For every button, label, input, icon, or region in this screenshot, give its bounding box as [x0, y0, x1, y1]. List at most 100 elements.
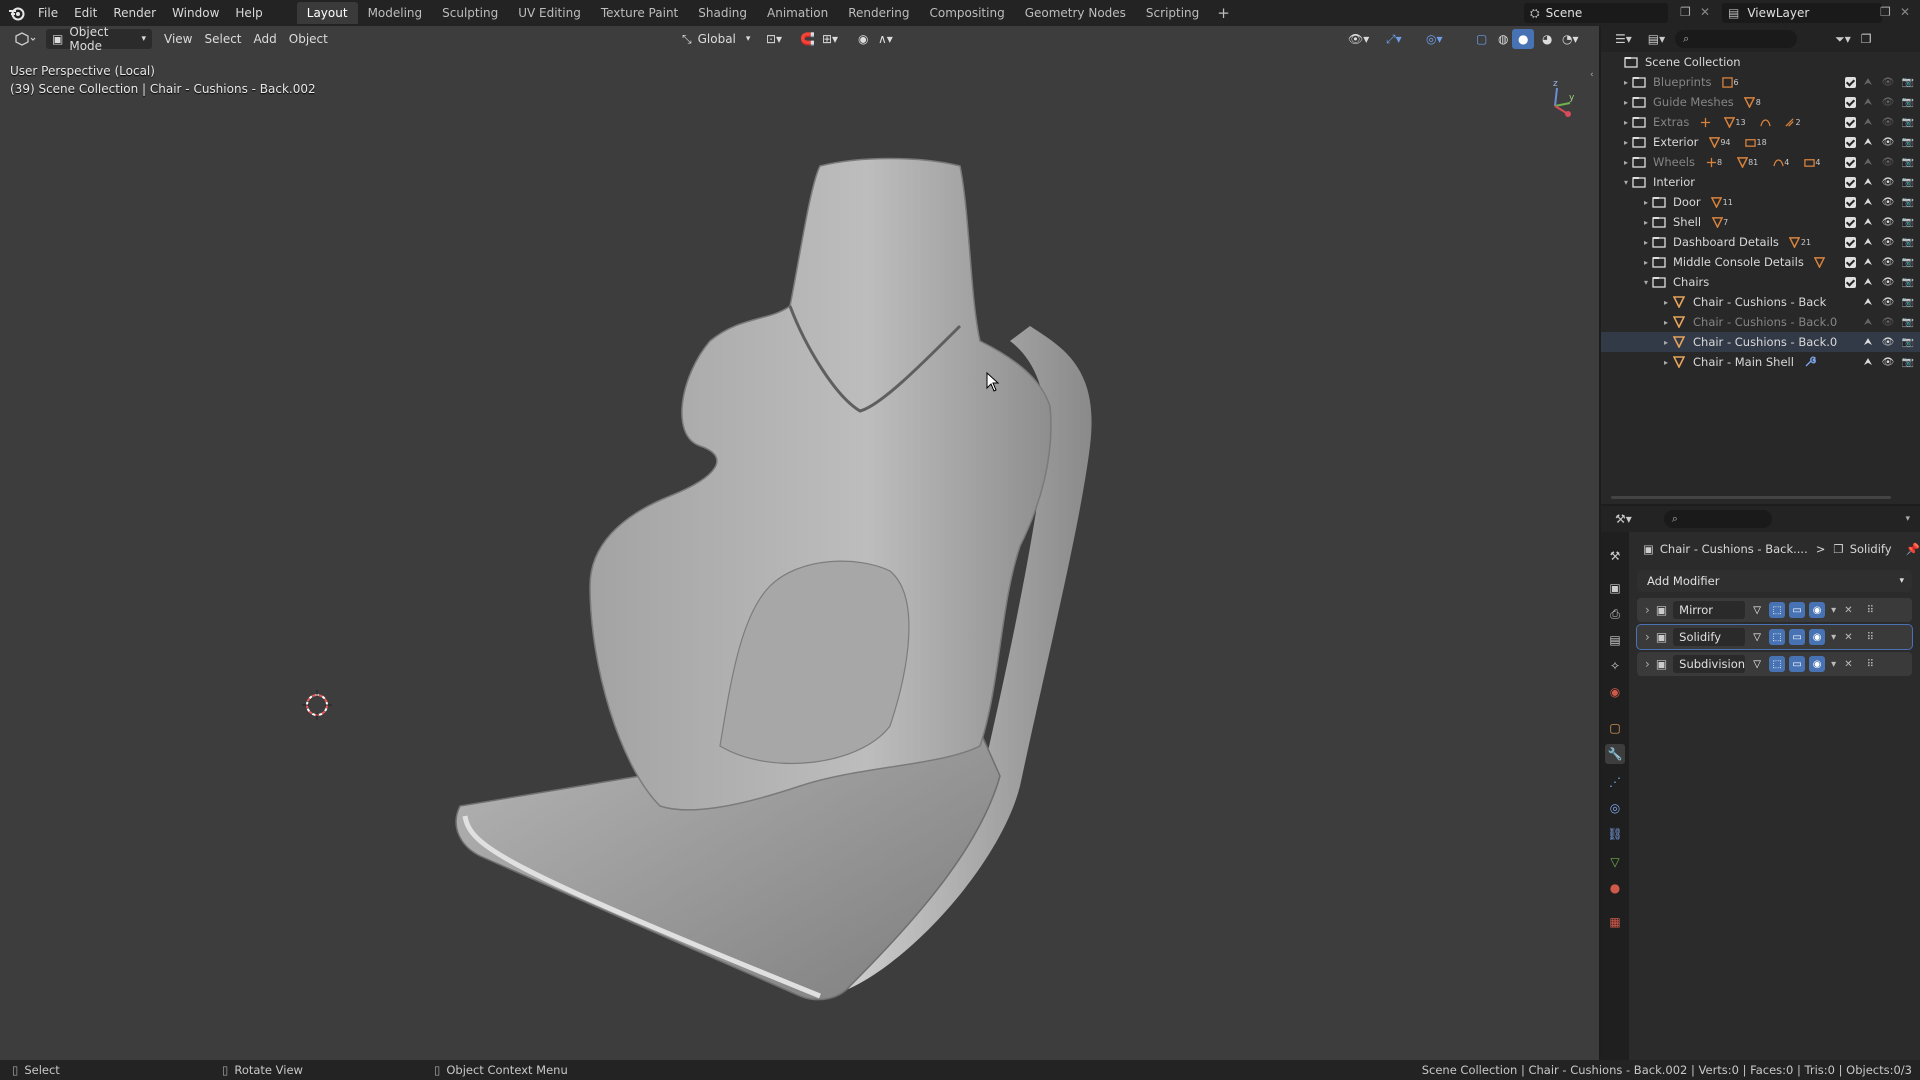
menu-add[interactable]: Add	[248, 29, 283, 49]
chevron-down-icon[interactable]: ▾	[1831, 632, 1836, 643]
render-toggle-icon[interactable]: ◉	[1809, 629, 1826, 645]
falloff-icon[interactable]: ∧▾	[872, 29, 899, 49]
viewport-sidebar-toggle-icon[interactable]: ‹	[1590, 70, 1594, 80]
exclude-checkbox[interactable]	[1845, 156, 1856, 168]
new-scene-icon[interactable]: ❐	[1680, 5, 1691, 19]
world-tab-icon[interactable]: ◉	[1605, 682, 1625, 702]
expand-down-icon[interactable]: ▾	[1641, 278, 1651, 287]
camera-icon[interactable]: 📷	[1900, 235, 1916, 249]
camera-icon[interactable]: 📷	[1900, 215, 1916, 229]
eye-icon[interactable]: 👁	[1880, 135, 1896, 149]
scene-tab-icon[interactable]: ✧	[1605, 656, 1625, 676]
camera-icon[interactable]: 📷	[1900, 295, 1916, 309]
blender-logo-icon[interactable]	[4, 0, 30, 26]
pivot-point-icon[interactable]: ⊡▾	[760, 29, 788, 49]
close-icon[interactable]: ✕	[1844, 632, 1852, 643]
expand-right-icon[interactable]: ▸	[1641, 198, 1651, 207]
delete-scene-icon[interactable]: ✕	[1700, 5, 1710, 19]
outliner-item[interactable]: ▸ Middle Console Details ⮝ 👁 📷	[1601, 252, 1920, 272]
chair-model[interactable]	[440, 126, 1120, 1006]
outliner-scene-collection[interactable]: Scene Collection	[1601, 52, 1920, 72]
tab-texture-paint[interactable]: Texture Paint	[591, 2, 688, 24]
expand-right-icon[interactable]: ▸	[1621, 138, 1631, 147]
new-collection-icon[interactable]: ❐	[1861, 32, 1872, 46]
menu-edit[interactable]: Edit	[66, 0, 105, 26]
select-toggle-icon[interactable]: ⮝	[1860, 155, 1876, 169]
outliner-item[interactable]: ▾ Chairs ⮝ 👁 📷	[1601, 272, 1920, 292]
camera-icon[interactable]: 📷	[1900, 155, 1916, 169]
cage-toggle-icon[interactable]: ⬚	[1769, 629, 1786, 645]
render-toggle-icon[interactable]: ◉	[1809, 656, 1826, 672]
particles-tab-icon[interactable]: ⋰	[1605, 772, 1625, 792]
viewport-toggle-icon[interactable]: ▭	[1789, 629, 1806, 645]
outliner-item[interactable]: ▸ Extras 13 2 ⮝ 👁 📷	[1601, 112, 1920, 132]
subdivision-icon[interactable]: ▣	[1656, 657, 1667, 671]
camera-icon[interactable]: 📷	[1900, 255, 1916, 269]
camera-icon[interactable]: 📷	[1900, 115, 1916, 129]
object-mode-dropdown[interactable]: ▣ Object Mode ▾	[46, 26, 152, 53]
exclude-checkbox[interactable]	[1845, 256, 1856, 268]
outliner-item[interactable]: ▸ Door 11 ⮝ 👁 📷	[1601, 192, 1920, 212]
filter-icon[interactable]: ⏷▾	[1835, 32, 1851, 47]
eye-icon[interactable]: 👁	[1880, 335, 1896, 349]
modifier-panel[interactable]: › ▣ Mirror ▽ ⬚ ▭ ◉ ▾ ✕ ⠿	[1637, 598, 1912, 622]
mirror-icon[interactable]: ▣	[1656, 603, 1667, 617]
expand-right-icon[interactable]: ▸	[1621, 118, 1631, 127]
object-tab-icon[interactable]: ▢	[1605, 718, 1625, 738]
expand-right-icon[interactable]: ▸	[1621, 98, 1631, 107]
expand-right-icon[interactable]: ›	[1645, 657, 1650, 671]
viewport-toggle-icon[interactable]: ▭	[1789, 602, 1806, 618]
expand-right-icon[interactable]: ›	[1645, 630, 1650, 644]
view-layer-selector[interactable]: ▤ ViewLayer	[1722, 3, 1882, 23]
expand-right-icon[interactable]: ▸	[1621, 158, 1631, 167]
select-toggle-icon[interactable]: ⮝	[1860, 235, 1876, 249]
modifier-panel[interactable]: › ▣ Solidify ▽ ⬚ ▭ ◉ ▾ ✕ ⠿	[1636, 624, 1913, 650]
menu-object[interactable]: Object	[283, 29, 334, 49]
eye-icon[interactable]: 👁	[1880, 95, 1896, 109]
select-toggle-icon[interactable]: ⮝	[1860, 255, 1876, 269]
expand-right-icon[interactable]: ▸	[1621, 78, 1631, 87]
select-toggle-icon[interactable]: ⮝	[1860, 275, 1876, 289]
tool-tab-icon[interactable]: ⚒	[1605, 546, 1625, 566]
data-tab-icon[interactable]: ▽	[1605, 852, 1625, 872]
camera-icon[interactable]: 📷	[1900, 75, 1916, 89]
add-workspace-button[interactable]: +	[1209, 4, 1238, 22]
close-icon[interactable]: ✕	[1844, 605, 1852, 616]
tab-layout[interactable]: Layout	[296, 2, 358, 24]
exclude-checkbox[interactable]	[1845, 276, 1856, 288]
expand-right-icon[interactable]: ›	[1645, 603, 1650, 617]
exclude-checkbox[interactable]	[1845, 176, 1856, 188]
render-toggle-icon[interactable]: ◉	[1809, 602, 1826, 618]
select-toggle-icon[interactable]: ⮝	[1860, 335, 1876, 349]
outliner-item[interactable]: ▾ Interior ⮝ 👁 📷	[1601, 172, 1920, 192]
chevron-down-icon[interactable]: ▾	[1905, 514, 1910, 524]
exclude-checkbox[interactable]	[1845, 76, 1856, 88]
outliner-item[interactable]: ▸ Shell 7 ⮝ 👁 📷	[1601, 212, 1920, 232]
outliner-item[interactable]: ▸ Wheels 8 81 4 4 ⮝ 👁 📷	[1601, 152, 1920, 172]
expand-right-icon[interactable]: ▸	[1661, 298, 1671, 307]
menu-view[interactable]: View	[158, 29, 198, 49]
eye-icon[interactable]: 👁	[1880, 75, 1896, 89]
transform-orientation-dropdown[interactable]: ⤡ Global ▾	[676, 29, 756, 49]
eye-icon[interactable]: 👁	[1880, 215, 1896, 229]
tab-shading[interactable]: Shading	[688, 2, 757, 24]
tab-uv-editing[interactable]: UV Editing	[508, 2, 591, 24]
camera-icon[interactable]: 📷	[1900, 175, 1916, 189]
camera-icon[interactable]: 📷	[1900, 135, 1916, 149]
edit-mode-toggle-icon[interactable]: ▽	[1749, 656, 1765, 672]
solidify-icon[interactable]: ▣	[1656, 630, 1667, 644]
curve-icon[interactable]	[1758, 115, 1774, 129]
modifier-tab-icon[interactable]: 🔧	[1605, 744, 1625, 764]
eye-icon[interactable]: 👁	[1880, 195, 1896, 209]
exclude-checkbox[interactable]	[1845, 96, 1856, 108]
scene-selector[interactable]: ⛭ Scene	[1524, 3, 1668, 23]
cage-toggle-icon[interactable]: ⬚	[1769, 602, 1786, 618]
expand-right-icon[interactable]: ▸	[1661, 318, 1671, 327]
drag-handle-icon[interactable]: ⠿	[1867, 632, 1874, 643]
add-modifier-dropdown[interactable]: Add Modifier ▾	[1637, 570, 1912, 592]
outliner-item[interactable]: ▸ Chair - Cushions - Back.0 ⮝ 👁 📷	[1601, 332, 1920, 352]
tab-geometry-nodes[interactable]: Geometry Nodes	[1015, 2, 1136, 24]
select-toggle-icon[interactable]: ⮝	[1860, 195, 1876, 209]
render-tab-icon[interactable]: ▣	[1605, 578, 1625, 598]
exclude-checkbox[interactable]	[1845, 196, 1856, 208]
